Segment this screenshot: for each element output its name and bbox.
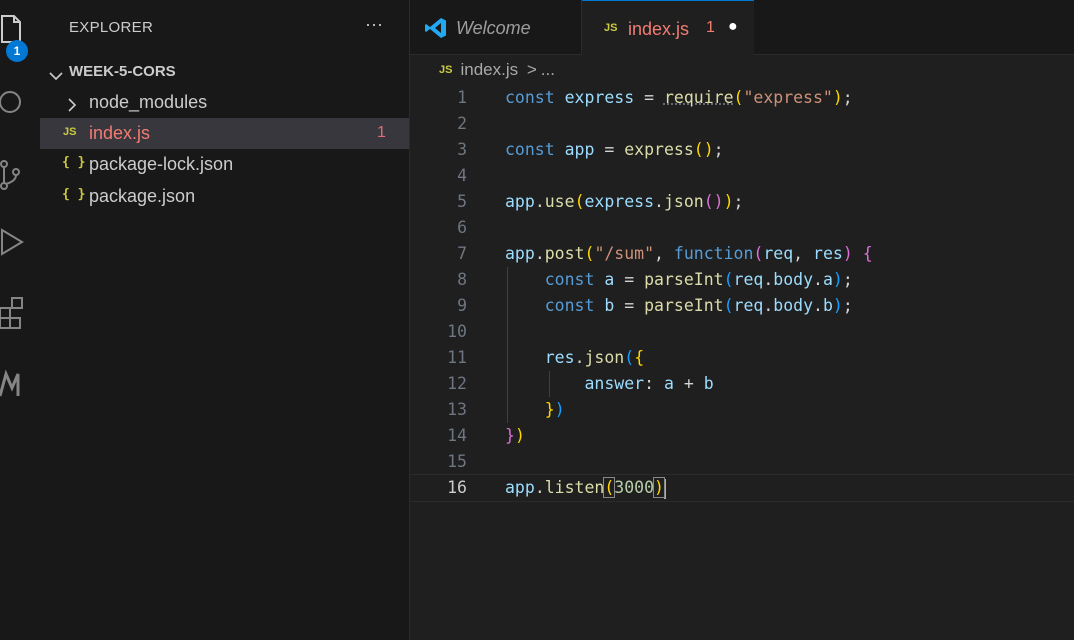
line-text: const app = express(); xyxy=(505,140,724,159)
code-line: 8 const a = parseInt(req.body.a); xyxy=(410,267,1074,293)
code-line: 10 xyxy=(410,319,1074,345)
line-number: 11 xyxy=(447,348,467,367)
line-text: answer: a + b xyxy=(584,374,714,393)
line-text: const express = require("express"); xyxy=(505,88,853,107)
code-line: 2 xyxy=(410,111,1074,137)
line-number: 5 xyxy=(457,192,467,211)
js-file-icon: JS xyxy=(604,22,618,34)
line-text: app.listen(3000) xyxy=(505,477,666,499)
breadcrumb: JS index.js >... xyxy=(439,60,555,80)
code-line: 14 }) xyxy=(410,423,1074,449)
explorer-badge: 1 xyxy=(6,40,28,62)
line-text: const a = parseInt(req.body.a); xyxy=(544,270,853,289)
tab-welcome[interactable]: Welcome xyxy=(410,0,582,54)
code-line: 6 xyxy=(410,215,1074,241)
code-line: 13 }) xyxy=(410,397,1074,423)
line-number: 4 xyxy=(457,166,467,185)
code-line: 3 const app = express(); xyxy=(410,137,1074,163)
tab-index-js[interactable]: JS index.js 1 ● xyxy=(582,0,754,55)
line-text: }) xyxy=(544,400,565,419)
line-number: 12 xyxy=(447,374,467,393)
line-number: 16 xyxy=(447,478,467,497)
code-line: 12 answer: a + b xyxy=(410,371,1074,397)
line-text: }) xyxy=(505,426,525,445)
line-number: 13 xyxy=(447,400,467,419)
chevron-right-icon xyxy=(67,96,77,117)
json-file-icon: { } xyxy=(62,155,86,170)
tab-label: index.js xyxy=(628,19,690,39)
line-text: app.post("/sum", function(req, res) { xyxy=(505,244,873,263)
text-cursor xyxy=(663,478,666,499)
code-line: 9 const b = parseInt(req.body.b); xyxy=(410,293,1074,319)
breadcrumb-file[interactable]: index.js xyxy=(460,60,518,79)
code-line: 1 const express = require("express"); xyxy=(410,85,1074,111)
line-number: 10 xyxy=(447,322,467,341)
tab-label: Welcome xyxy=(456,18,531,38)
tab-bar: Welcome JS index.js 1 ● xyxy=(410,0,1074,55)
remote-icon[interactable] xyxy=(0,366,30,400)
line-number: 9 xyxy=(457,296,467,315)
folder-row-week-5-cors[interactable]: WEEK-5-CORS xyxy=(40,56,409,87)
js-file-icon: JS xyxy=(63,126,77,138)
line-number: 2 xyxy=(457,114,467,133)
line-text: app.use(express.json()); xyxy=(505,192,744,211)
tab-problems-count: 1 xyxy=(706,19,715,36)
code-line: 15 xyxy=(410,449,1074,475)
source-control-icon[interactable] xyxy=(0,158,30,192)
unsaved-dot-icon[interactable]: ● xyxy=(728,18,738,36)
chevron-down-icon xyxy=(49,65,63,86)
line-number: 3 xyxy=(457,140,467,159)
explorer-title: EXPLORER xyxy=(69,19,154,36)
tree-item-index-js[interactable]: JS index.js 1 xyxy=(40,118,409,149)
tree-item-node-modules[interactable]: node_modules xyxy=(40,87,409,118)
line-number: 1 xyxy=(457,88,467,107)
line-text: res.json({ xyxy=(544,348,645,367)
vscode-logo-icon xyxy=(424,16,448,45)
breadcrumb-symbol[interactable]: ... xyxy=(541,60,555,79)
tree-item-package-lock-json[interactable]: { } package-lock.json xyxy=(40,149,409,180)
line-number: 6 xyxy=(457,218,467,237)
tree-item-label: node_modules xyxy=(89,92,208,112)
js-file-icon: JS xyxy=(439,64,453,76)
line-number: 14 xyxy=(447,426,467,445)
code-line: 11 res.json({ xyxy=(410,345,1074,371)
json-file-icon: { } xyxy=(62,187,86,202)
folder-name: WEEK-5-CORS xyxy=(69,63,176,80)
run-debug-icon[interactable] xyxy=(0,226,30,260)
code-line-current: 16 app.listen(3000) xyxy=(410,474,1074,502)
line-number: 8 xyxy=(457,270,467,289)
line-number: 7 xyxy=(457,244,467,263)
activity-bar: 1 xyxy=(0,0,40,640)
tree-item-package-json[interactable]: { } package.json xyxy=(40,181,409,212)
problems-count: 1 xyxy=(377,124,386,141)
breadcrumb-separator: > xyxy=(526,60,537,79)
extensions-icon[interactable] xyxy=(0,296,30,330)
code-line: 5 app.use(express.json()); xyxy=(410,189,1074,215)
code-line: 4 xyxy=(410,163,1074,189)
line-text: const b = parseInt(req.body.b); xyxy=(544,296,853,315)
line-number: 15 xyxy=(447,452,467,471)
tree-item-label: package-lock.json xyxy=(89,154,234,174)
code-line: 7 app.post("/sum", function(req, res) { xyxy=(410,241,1074,267)
more-actions-icon[interactable]: ··· xyxy=(365,14,383,35)
search-icon[interactable] xyxy=(0,86,30,120)
tree-item-label: package.json xyxy=(89,186,196,206)
explorer-sidebar: EXPLORER ··· WEEK-5-CORS node_modules JS… xyxy=(40,0,410,640)
tree-item-label: index.js xyxy=(89,123,151,143)
editor-area: Welcome JS index.js 1 ● JS index.js >... … xyxy=(410,0,1074,640)
